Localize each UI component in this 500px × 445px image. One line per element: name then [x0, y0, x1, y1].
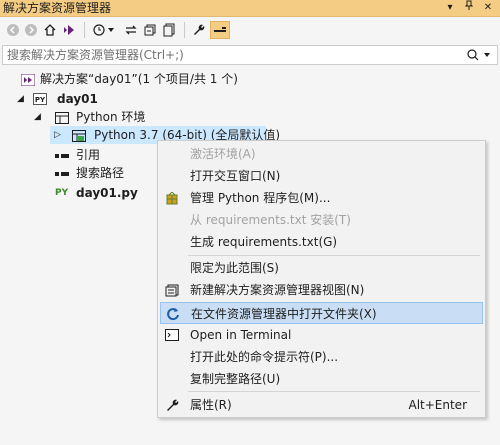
python-env-icon	[72, 129, 86, 142]
menu-item-copy-full-path[interactable]: 复制完整路径(U)	[160, 368, 483, 390]
pin-icon[interactable]	[461, 0, 477, 16]
references-label: 引用	[76, 148, 101, 162]
menu-item-new-view[interactable]: 新建解决方案资源管理器视图(N)	[160, 279, 483, 301]
expand-arrow-icon[interactable]: ◢	[34, 108, 44, 126]
menu-item-manage-packages[interactable]: 管理 Python 程序包(M)...	[160, 187, 483, 209]
menu-item-generate-requirements[interactable]: 生成 requirements.txt(G)	[160, 231, 483, 253]
menu-item-open-in-explorer[interactable]: 在文件资源管理器中打开文件夹(X)	[160, 302, 483, 324]
sync-icon[interactable]	[122, 21, 140, 39]
menu-item-open-in-terminal[interactable]: Open in Terminal	[160, 324, 483, 346]
collapse-all-icon[interactable]	[141, 21, 159, 39]
package-icon	[164, 191, 180, 205]
terminal-icon	[164, 328, 180, 342]
home-icon[interactable]	[41, 21, 59, 39]
tree-node-project[interactable]: ◢ PY day01	[0, 90, 500, 108]
references-icon	[55, 149, 69, 161]
properties-shortcut: Alt+Enter	[408, 398, 467, 412]
tree-node-solution[interactable]: 解决方案“day01”(1 个项目/共 1 个)	[0, 70, 500, 88]
search-paths-icon	[55, 167, 69, 179]
menu-separator	[188, 255, 480, 256]
menu-item-open-interactive[interactable]: 打开交互窗口(N)	[160, 165, 483, 187]
file-label: day01.py	[76, 186, 138, 200]
window-title: 解决方案资源管理器	[3, 1, 112, 15]
close-icon[interactable]: ✕	[480, 0, 496, 16]
solution-icon	[20, 73, 36, 87]
toolbar	[0, 17, 500, 43]
title-bar: 解决方案资源管理器 ▾ ✕	[0, 0, 500, 17]
vs-solution-icon[interactable]	[60, 21, 78, 39]
back-icon[interactable]	[4, 21, 22, 39]
open-folder-refresh-icon	[165, 307, 181, 321]
new-view-icon	[164, 283, 180, 297]
menu-separator	[188, 391, 480, 392]
preview-selected-items-icon[interactable]	[210, 21, 230, 39]
search-input[interactable]: 搜索解决方案资源管理器(Ctrl+;)	[7, 48, 184, 63]
menu-item-activate-env[interactable]: 激活环境(A)	[160, 143, 483, 165]
project-label: day01	[57, 92, 98, 106]
environments-icon	[55, 111, 69, 124]
wrench-icon[interactable]	[190, 21, 208, 39]
solution-label: 解决方案“day01”(1 个项目/共 1 个)	[40, 72, 238, 86]
context-menu: 激活环境(A) 打开交互窗口(N) 管理 Python 程序包(M)... 从 …	[157, 140, 486, 418]
menu-item-open-command-prompt[interactable]: 打开此处的命令提示符(P)...	[160, 346, 483, 368]
tree-node-python-envs[interactable]: ◢ Python 环境	[0, 108, 500, 126]
wrench-icon	[164, 398, 180, 412]
python-file-icon: PY	[55, 188, 69, 198]
env-group-label: Python 环境	[76, 110, 146, 124]
dropdown-icon[interactable]: ▾	[442, 0, 458, 16]
show-all-files-icon[interactable]	[160, 21, 178, 39]
search-options[interactable]	[467, 48, 493, 65]
menu-item-properties[interactable]: 属性(R) Alt+Enter	[160, 394, 483, 416]
menu-item-scope-to-this[interactable]: 限定为此范围(S)	[160, 257, 483, 279]
search-paths-label: 搜索路径	[76, 166, 125, 180]
python-project-icon: PY	[33, 93, 47, 105]
search-box[interactable]: 搜索解决方案资源管理器(Ctrl+;)	[2, 45, 498, 65]
menu-item-install-requirements[interactable]: 从 requirements.txt 安装(T)	[160, 209, 483, 231]
expand-arrow-icon[interactable]: ◢	[17, 90, 27, 108]
collapsed-arrow-icon[interactable]: ▷	[54, 126, 64, 144]
forward-icon[interactable]	[22, 21, 40, 39]
chevron-down-icon[interactable]	[106, 21, 116, 39]
